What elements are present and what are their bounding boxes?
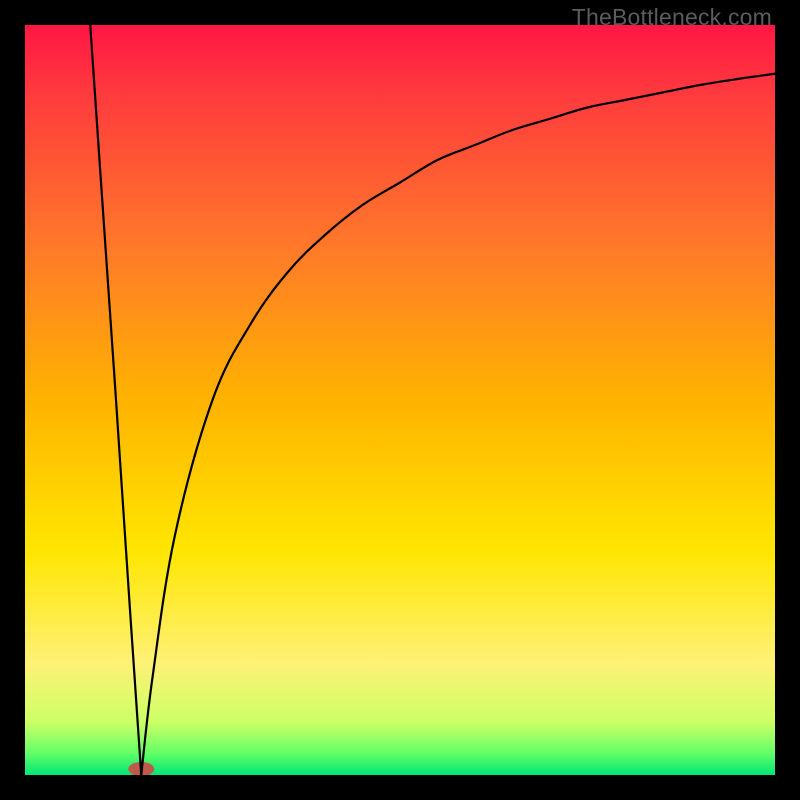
- chart-plot-area: [25, 25, 775, 775]
- chart-svg: [25, 25, 775, 775]
- chart-background: [25, 25, 775, 775]
